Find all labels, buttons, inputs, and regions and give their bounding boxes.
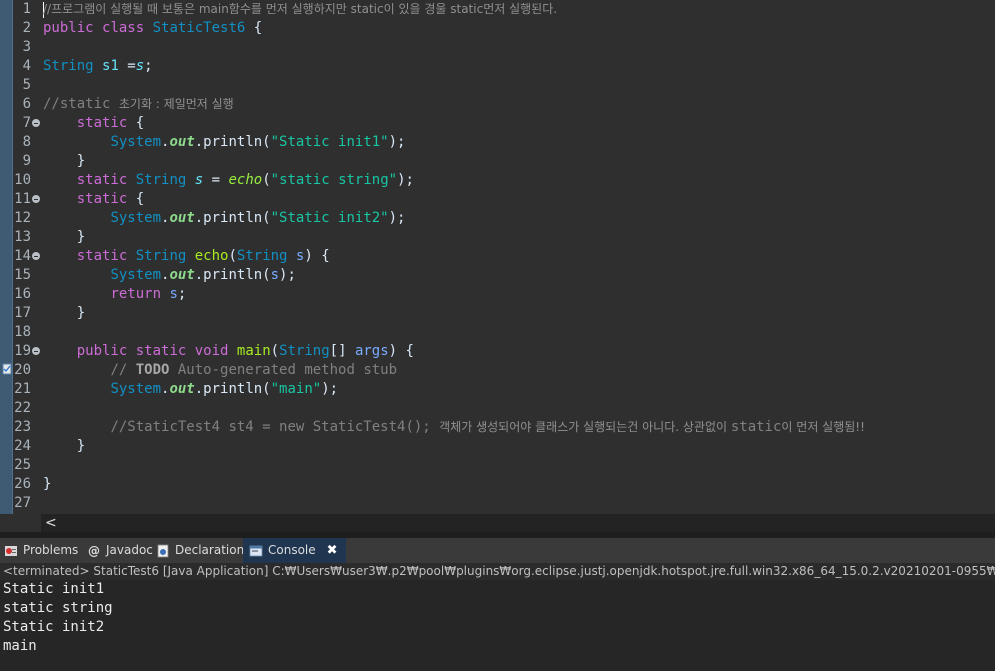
code-line: //StaticTest4 st4 = new StaticTest4(); 객… xyxy=(110,419,865,435)
line-number: 24 xyxy=(14,438,31,454)
tab-problems[interactable]: Problems xyxy=(4,538,78,563)
line-number: 15 xyxy=(14,267,31,283)
code-line: static String echo(String s) { xyxy=(76,248,330,264)
code-line: } xyxy=(76,305,86,321)
code-line: public class StaticTest6 { xyxy=(43,20,263,36)
console-line: main xyxy=(3,638,37,654)
tab-declaration[interactable]: Declaration xyxy=(156,538,244,563)
close-icon[interactable]: ✖ xyxy=(327,538,338,563)
line-number: 2 xyxy=(22,20,31,36)
code-line: //static 초기화 : 제일먼저 실행 xyxy=(43,96,234,112)
console-status-line: <terminated> StaticTest6 [Java Applicati… xyxy=(0,563,995,580)
task-marker-icon[interactable] xyxy=(2,363,12,375)
line-number: 20 xyxy=(2,361,41,380)
code-line: static { xyxy=(76,191,145,207)
code-line: } xyxy=(76,153,86,169)
fold-toggle-icon[interactable] xyxy=(32,252,40,260)
console-line: Static init1 xyxy=(3,581,105,597)
line-number: 3 xyxy=(22,39,31,55)
overview-ruler xyxy=(0,0,12,514)
code-line: } xyxy=(76,438,86,454)
fold-toggle-icon[interactable] xyxy=(32,119,40,127)
code-line: // TODO Auto-generated method stub xyxy=(110,362,398,378)
code-line: String s1 =s; xyxy=(43,58,153,74)
line-number: 21 xyxy=(14,381,31,397)
scroll-left-icon[interactable]: < xyxy=(45,514,57,532)
code-line: public static void main(String[] args) { xyxy=(76,343,414,359)
line-number: 18 xyxy=(14,324,31,340)
console-line: Static init2 xyxy=(3,619,105,635)
line-number: 7 xyxy=(13,114,41,133)
code-line: } xyxy=(43,476,52,492)
code-line: return s; xyxy=(110,286,187,302)
code-editor[interactable]: 1 2 3 4 5 6 7 8 9 10 11 12 13 14 15 16 1… xyxy=(0,0,995,532)
code-line: System.out.println(s); xyxy=(110,267,296,283)
line-number: 4 xyxy=(22,58,31,74)
fold-toggle-icon[interactable] xyxy=(32,347,40,355)
horizontal-scrollbar[interactable]: < xyxy=(41,514,995,532)
console-output[interactable]: Static init1 static string Static init2 … xyxy=(0,580,995,671)
console-icon xyxy=(249,545,263,556)
line-number: 19 xyxy=(13,342,41,361)
line-number: 12 xyxy=(14,210,31,226)
line-number: 8 xyxy=(22,134,31,150)
javadoc-icon: @ xyxy=(88,543,100,558)
line-number: 1 xyxy=(22,1,31,17)
problems-icon xyxy=(5,545,17,556)
line-number: 9 xyxy=(22,153,31,169)
line-number: 14 xyxy=(13,247,41,266)
line-number: 13 xyxy=(14,229,31,245)
line-number: 26 xyxy=(14,476,31,492)
code-line: //프로그램이 실행될 때 보통은 main함수를 먼저 실행하지만 stati… xyxy=(43,2,558,16)
code-line: static { xyxy=(76,115,145,131)
code-line: static String s = echo("static string"); xyxy=(76,172,414,188)
line-number: 11 xyxy=(13,190,41,209)
line-number: 16 xyxy=(14,286,31,302)
code-line: System.out.println("Static init2"); xyxy=(110,210,406,226)
line-number: 5 xyxy=(22,77,31,93)
code-line: } xyxy=(76,229,86,245)
tab-javadoc[interactable]: @ Javadoc xyxy=(87,538,153,563)
line-number: 23 xyxy=(14,419,31,435)
bottom-panel-tabs: Problems @ Javadoc Declaration Console ✖ xyxy=(0,538,995,563)
line-number: 22 xyxy=(14,400,31,416)
tab-console[interactable]: Console ✖ xyxy=(243,538,346,563)
console-line: static string xyxy=(3,600,113,616)
fold-toggle-icon[interactable] xyxy=(32,195,40,203)
line-number-gutter: 1 2 3 4 5 6 7 8 9 10 11 12 13 14 15 16 1… xyxy=(2,0,41,532)
code-line: System.out.println("main"); xyxy=(110,381,339,397)
line-number: 25 xyxy=(14,457,31,473)
line-number: 27 xyxy=(14,495,31,511)
declaration-icon xyxy=(157,544,169,557)
line-number: 10 xyxy=(14,172,31,188)
line-number: 6 xyxy=(22,96,31,112)
line-number: 17 xyxy=(14,305,31,321)
code-line: System.out.println("Static init1"); xyxy=(110,134,406,150)
